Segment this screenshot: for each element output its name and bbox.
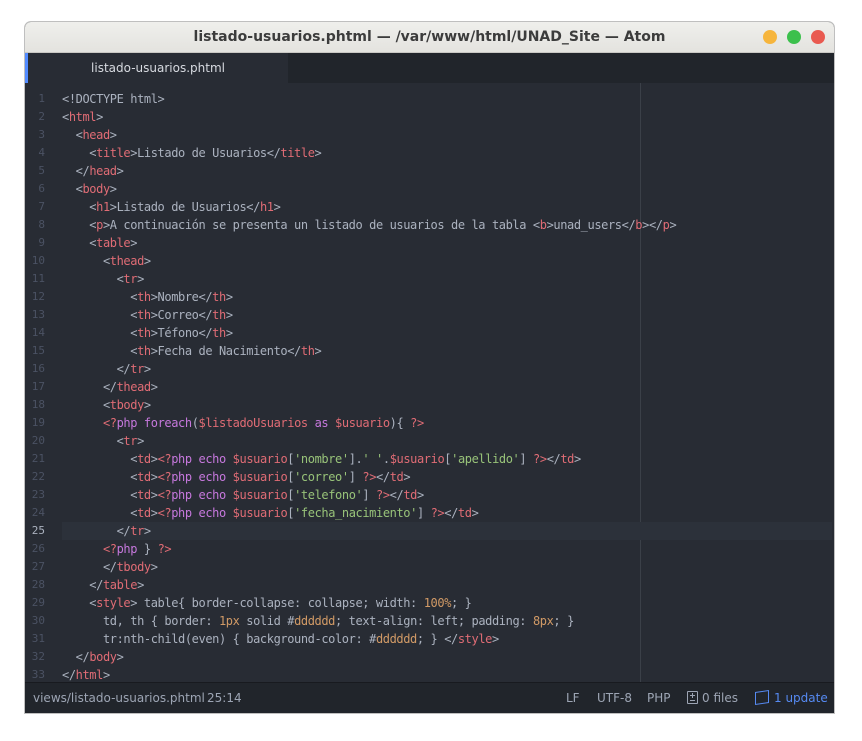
line-number[interactable]: 14 [25,324,45,342]
line-number[interactable]: 32 [25,648,45,666]
tab-label: listado-usuarios.phtml [91,61,225,75]
line-number[interactable]: 3 [25,126,45,144]
line-ending[interactable]: LF [566,683,580,713]
code-line[interactable]: <td><?php echo $usuario['fecha_nacimient… [62,504,832,522]
cursor-position[interactable]: 25:14 [207,683,242,713]
git-files[interactable]: 0 files [687,683,738,713]
file-diff-icon [687,691,698,704]
code-line[interactable]: <tr> [62,270,832,288]
code-line[interactable]: <p>A continuación se presenta un listado… [62,216,832,234]
line-number[interactable]: 20 [25,432,45,450]
title-bar: listado-usuarios.phtml — /var/www/html/U… [25,22,834,53]
code-line[interactable]: <td><?php echo $usuario['telefono'] ?></… [62,486,832,504]
code-line[interactable]: <td><?php echo $usuario['correo'] ?></td… [62,468,832,486]
code-line[interactable]: </body> [62,648,832,666]
window-title: listado-usuarios.phtml — /var/www/html/U… [193,29,666,45]
tab-bar: listado-usuarios.phtml [25,53,834,84]
code-line[interactable]: </head> [62,162,832,180]
line-number[interactable]: 1 [25,90,45,108]
code-line[interactable]: <th>Fecha de Nacimiento</th> [62,342,832,360]
line-number[interactable]: 8 [25,216,45,234]
minimize-button[interactable] [763,30,777,44]
code-line[interactable]: <thead> [62,252,832,270]
code-line[interactable]: <tbody> [62,396,832,414]
line-number[interactable]: 16 [25,360,45,378]
code-line[interactable]: <th>Correo</th> [62,306,832,324]
line-number[interactable]: 31 [25,630,45,648]
tab-listado-usuarios[interactable]: listado-usuarios.phtml [25,53,288,83]
code-line[interactable]: </thead> [62,378,832,396]
line-number[interactable]: 25 [25,522,45,540]
code-line[interactable]: tr:nth-child(even) { background-color: #… [62,630,832,648]
code-line[interactable]: td, th { border: 1px solid #dddddd; text… [62,612,832,630]
line-number[interactable]: 17 [25,378,45,396]
line-number[interactable]: 30 [25,612,45,630]
code-line[interactable]: <body> [62,180,832,198]
line-number[interactable]: 19 [25,414,45,432]
line-number[interactable]: 27 [25,558,45,576]
line-number[interactable]: 9 [25,234,45,252]
line-number[interactable]: 12 [25,288,45,306]
line-number[interactable]: 18 [25,396,45,414]
code-line[interactable]: <td><?php echo $usuario['nombre'].' '.$u… [62,450,832,468]
line-number[interactable]: 26 [25,540,45,558]
line-number[interactable]: 21 [25,450,45,468]
maximize-button[interactable] [787,30,801,44]
line-number[interactable]: 22 [25,468,45,486]
code-line[interactable]: <html> [62,108,832,126]
code-line[interactable]: <?php foreach($listadoUsuarios as $usuar… [62,414,832,432]
code-line[interactable]: <title>Listado de Usuarios</title> [62,144,832,162]
line-number[interactable]: 11 [25,270,45,288]
code-line[interactable]: <?php } ?> [62,540,832,558]
line-number[interactable]: 2 [25,108,45,126]
file-path[interactable]: views/listado-usuarios.phtml [33,683,205,713]
line-number[interactable]: 7 [25,198,45,216]
package-icon [755,690,769,705]
code-line[interactable]: </tbody> [62,558,832,576]
package-updates[interactable]: 1 update [755,683,828,713]
line-number[interactable]: 23 [25,486,45,504]
code-line[interactable]: </table> [62,576,832,594]
code-lines[interactable]: <!DOCTYPE html> <html> <head> <title>List… [62,90,832,684]
code-line[interactable]: <!DOCTYPE html> [62,90,832,108]
atom-window: listado-usuarios.phtml — /var/www/html/U… [25,22,834,713]
code-line[interactable]: <th>Nombre</th> [62,288,832,306]
status-bar: views/listado-usuarios.phtml 25:14 LF UT… [25,682,834,713]
code-line[interactable]: <style> table{ border-collapse: collapse… [62,594,832,612]
line-number[interactable]: 6 [25,180,45,198]
line-number[interactable]: 24 [25,504,45,522]
line-number[interactable]: 10 [25,252,45,270]
code-editor[interactable]: 1 2 3 4 5 6 7 8 9 10 11 12 13 14 15 16 17 18 19 20 21 22 23 24 2… [25,83,834,682]
line-number[interactable]: 13 [25,306,45,324]
code-line[interactable]: <th>Téfono</th> [62,324,832,342]
code-line[interactable]: </tr> [62,522,832,540]
close-button[interactable] [811,30,825,44]
encoding[interactable]: UTF-8 [597,683,632,713]
line-number-gutter[interactable]: 1 2 3 4 5 6 7 8 9 10 11 12 13 14 15 16 17 18 19 20 21 22 23 24 2… [25,90,45,684]
updates-label: 1 update [774,691,828,705]
code-line[interactable]: <h1>Listado de Usuarios</h1> [62,198,832,216]
code-line[interactable]: </tr> [62,360,832,378]
code-line[interactable]: <table> [62,234,832,252]
line-number[interactable]: 15 [25,342,45,360]
code-line[interactable]: <tr> [62,432,832,450]
line-number[interactable]: 29 [25,594,45,612]
grammar[interactable]: PHP [647,683,671,713]
line-number[interactable]: 5 [25,162,45,180]
line-number[interactable]: 28 [25,576,45,594]
line-number[interactable]: 4 [25,144,45,162]
git-files-label: 0 files [702,691,738,705]
code-line[interactable]: <head> [62,126,832,144]
